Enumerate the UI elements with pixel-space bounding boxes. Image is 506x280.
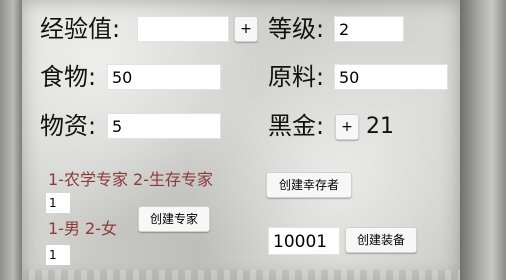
expert-type-input[interactable]: 1	[46, 193, 70, 213]
create-survivor-button[interactable]: 创建幸存者	[266, 172, 352, 198]
exp-input[interactable]	[137, 16, 229, 42]
supplies-input[interactable]: 5	[107, 113, 221, 139]
left-frame-border	[0, 0, 22, 280]
equipment-id-input[interactable]: 10001	[268, 227, 340, 255]
blackgold-value: 21	[366, 114, 394, 139]
create-expert-button[interactable]: 创建专家	[138, 206, 210, 232]
supplies-label: 物资:	[40, 112, 97, 140]
paper-bottom-edge	[22, 270, 460, 280]
expert-type-hint: 1-农学专家 2-生存专家	[48, 170, 213, 189]
gender-input[interactable]: 1	[46, 245, 70, 265]
material-label: 原料:	[268, 63, 325, 91]
exp-label: 经验值:	[40, 15, 121, 43]
blackgold-plus-button[interactable]: +	[335, 114, 359, 140]
blackgold-label: 黑金:	[268, 112, 325, 140]
food-input[interactable]: 50	[107, 64, 221, 90]
gender-hint: 1-男 2-女	[48, 219, 117, 238]
material-input[interactable]: 50	[334, 64, 448, 90]
food-label: 食物:	[40, 63, 97, 91]
level-input[interactable]: 2	[334, 16, 404, 42]
exp-plus-button[interactable]: +	[234, 16, 258, 42]
level-label: 等级:	[268, 15, 325, 43]
right-frame-border	[460, 0, 506, 280]
create-equipment-button[interactable]: 创建装备	[345, 227, 417, 253]
